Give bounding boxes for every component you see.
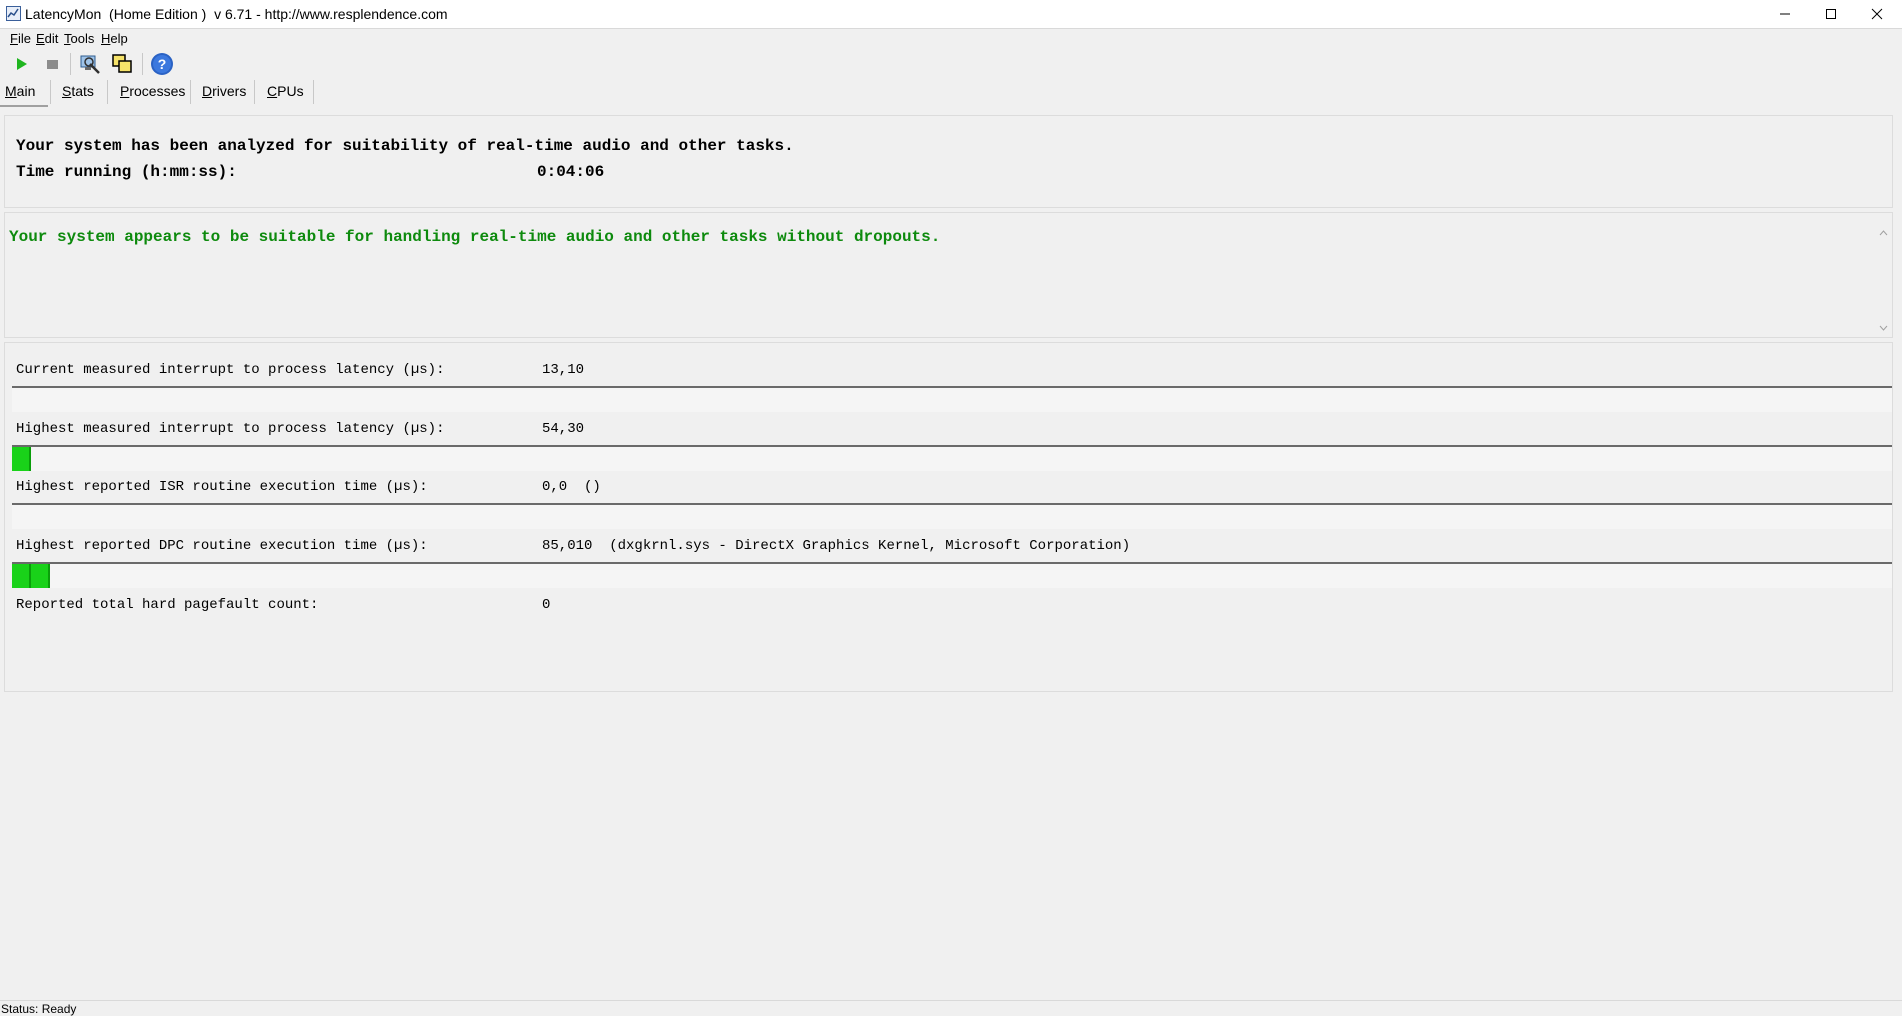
metrics-panel: Current measured interrupt to process la… <box>4 342 1893 692</box>
isr-time-meter <box>12 503 1892 529</box>
verdict-scrollbar[interactable] <box>1875 213 1892 337</box>
status-text: Status: Ready <box>1 1002 77 1016</box>
scroll-down-icon <box>1879 325 1888 331</box>
app-icon <box>6 6 21 21</box>
toolbar: ? <box>0 49 1902 79</box>
close-button[interactable] <box>1854 0 1900 28</box>
menu-help[interactable]: Help <box>101 31 128 46</box>
highest-latency-meter-fill <box>12 447 31 471</box>
menu-edit[interactable]: Edit <box>36 31 58 46</box>
active-tab-indicator <box>0 105 48 107</box>
window-title: LatencyMon (Home Edition ) v 6.71 - http… <box>25 6 448 22</box>
dpc-time-value: 85,010 (dxgkrnl.sys - DirectX Graphics K… <box>542 538 1131 554</box>
summary-headline: Your system has been analyzed for suitab… <box>16 137 794 155</box>
tab-cpus[interactable]: CPUs <box>267 83 304 99</box>
current-latency-meter <box>12 386 1892 412</box>
pagefault-value: 0 <box>542 597 551 613</box>
tab-separator <box>190 80 191 104</box>
tab-bar: Main Stats Processes Drivers CPUs <box>0 80 1902 107</box>
help-icon: ? <box>151 53 173 75</box>
tab-main[interactable]: Main <box>5 83 35 99</box>
help-button[interactable]: ? <box>150 52 174 76</box>
verdict-text: Your system appears to be suitable for h… <box>9 228 941 246</box>
menu-file[interactable]: File <box>10 31 31 46</box>
stop-icon <box>47 60 58 69</box>
toolbar-separator <box>70 53 71 75</box>
menu-tools[interactable]: Tools <box>64 31 94 46</box>
minimize-icon <box>1780 13 1790 15</box>
analyze-icon <box>80 55 100 74</box>
dpc-time-label: Highest reported DPC routine execution t… <box>16 538 428 554</box>
isr-time-label: Highest reported ISR routine execution t… <box>16 479 428 495</box>
dpc-time-meter-fill <box>12 564 50 588</box>
tab-separator <box>254 80 255 104</box>
pagefault-label: Reported total hard pagefault count: <box>16 597 319 613</box>
close-icon <box>1871 8 1883 20</box>
time-running-value: 0:04:06 <box>537 163 605 181</box>
isr-time-value: 0,0 () <box>542 479 601 495</box>
current-latency-label: Current measured interrupt to process la… <box>16 362 445 378</box>
menu-bar: File Edit Tools Help <box>0 28 1902 49</box>
status-bar: Status: Ready <box>0 1000 1902 1016</box>
highest-latency-label: Highest measured interrupt to process la… <box>16 421 445 437</box>
maximize-icon <box>1826 9 1836 19</box>
summary-panel: Your system has been analyzed for suitab… <box>4 115 1893 208</box>
verdict-panel: Your system appears to be suitable for h… <box>4 212 1893 338</box>
dpc-time-meter <box>12 562 1892 588</box>
time-running-label: Time running (h:mm:ss): <box>16 163 237 181</box>
minimize-button[interactable] <box>1762 0 1808 28</box>
highest-latency-value: 54,30 <box>542 421 585 437</box>
analyze-button[interactable] <box>78 52 102 76</box>
title-bar: LatencyMon (Home Edition ) v 6.71 - http… <box>0 0 1902 28</box>
tab-separator <box>50 80 51 104</box>
current-latency-value: 13,10 <box>542 362 585 378</box>
scroll-up-icon <box>1879 230 1888 236</box>
play-icon <box>17 58 27 70</box>
tab-processes[interactable]: Processes <box>120 83 185 99</box>
highest-latency-meter <box>12 445 1892 471</box>
tab-stats[interactable]: Stats <box>62 83 94 99</box>
start-button[interactable] <box>9 52 33 76</box>
stop-button[interactable] <box>40 52 64 76</box>
svg-text:?: ? <box>158 56 167 72</box>
copy-windows-icon <box>112 54 132 73</box>
tab-separator <box>107 80 108 104</box>
tab-drivers[interactable]: Drivers <box>202 83 246 99</box>
tab-separator <box>313 80 314 104</box>
maximize-button[interactable] <box>1808 0 1854 28</box>
copy-windows-button[interactable] <box>110 52 134 76</box>
toolbar-separator <box>142 53 143 75</box>
